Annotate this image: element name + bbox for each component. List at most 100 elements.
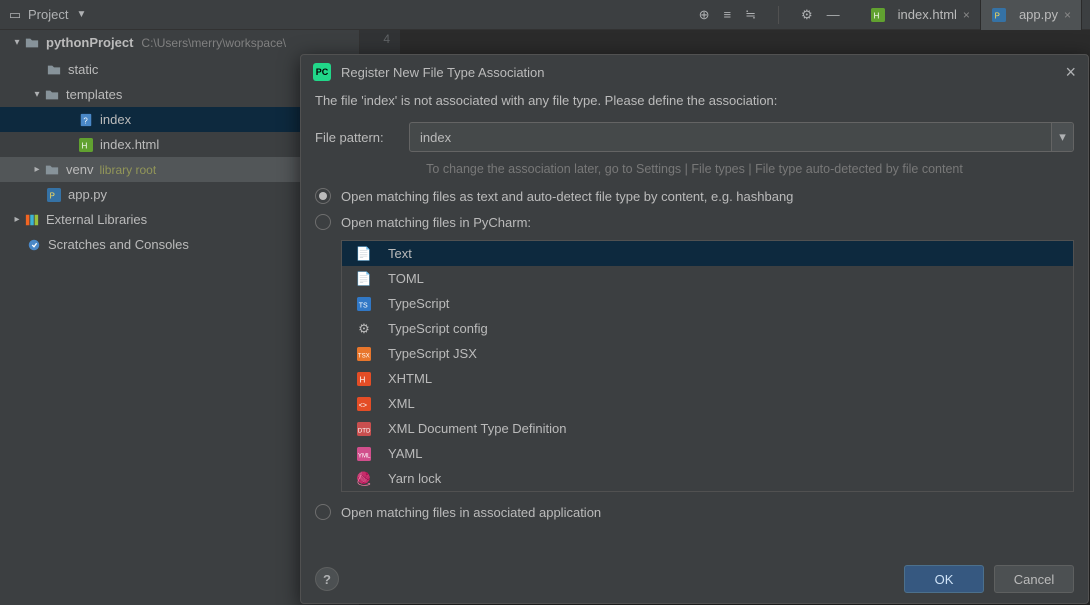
chevron-down-icon[interactable]: ▾: [10, 37, 24, 48]
list-item[interactable]: YML YAML: [342, 441, 1073, 466]
list-item[interactable]: TSX TypeScript JSX: [342, 341, 1073, 366]
list-item[interactable]: 📄TOML: [342, 266, 1073, 291]
radio-icon: [315, 504, 331, 520]
project-tool-label[interactable]: Project: [28, 7, 68, 22]
close-icon[interactable]: ×: [1064, 8, 1071, 22]
radio-auto-detect[interactable]: Open matching files as text and auto-det…: [315, 188, 1074, 204]
svg-text:H: H: [360, 375, 366, 384]
list-item[interactable]: ⚙ TypeScript config: [342, 316, 1073, 341]
radio-label: Open matching files in associated applic…: [341, 505, 601, 520]
list-item[interactable]: TS TypeScript: [342, 291, 1073, 316]
list-item-label: Yarn lock: [388, 471, 441, 486]
file-pattern-label: File pattern:: [315, 130, 409, 145]
expand-all-icon[interactable]: ≡: [724, 7, 732, 22]
typescript-file-icon: TS: [356, 296, 372, 312]
svg-text:TS: TS: [359, 302, 368, 309]
folder-icon: [44, 87, 60, 103]
help-button[interactable]: ?: [315, 567, 339, 591]
yaml-file-icon: YML: [356, 446, 372, 462]
file-pattern-value: index: [420, 130, 451, 145]
list-item-label: XHTML: [388, 371, 432, 386]
list-item[interactable]: H XHTML: [342, 366, 1073, 391]
yarn-lock-icon: 🧶: [356, 471, 372, 487]
python-file-icon: P: [46, 187, 62, 203]
list-item-label: YAML: [388, 446, 422, 461]
html-file-icon: H: [78, 137, 94, 153]
list-item-label: XML: [388, 396, 415, 411]
chevron-right-icon[interactable]: ▸: [30, 164, 44, 175]
project-dropdown-icon[interactable]: ▼: [76, 9, 86, 20]
list-item[interactable]: 🧶 Yarn lock: [342, 466, 1073, 491]
radio-label: Open matching files as text and auto-det…: [341, 189, 793, 204]
select-opened-icon[interactable]: ⊕: [699, 7, 710, 23]
radio-associated-app[interactable]: Open matching files in associated applic…: [315, 504, 1074, 520]
node-label: External Libraries: [46, 212, 147, 227]
line-number: 4: [360, 32, 390, 46]
svg-text:H: H: [873, 11, 879, 20]
svg-text:H: H: [82, 141, 88, 150]
node-label: static: [68, 62, 98, 77]
radio-icon: [315, 214, 331, 230]
dialog-title: Register New File Type Association: [341, 65, 545, 80]
editor-tabs: H index.html × P app.py ×: [860, 0, 1082, 30]
node-label: Scratches and Consoles: [48, 237, 189, 252]
list-item-label: TypeScript: [388, 296, 449, 311]
radio-label: Open matching files in PyCharm:: [341, 215, 531, 230]
chevron-down-icon[interactable]: ▾: [30, 89, 44, 100]
svg-text:P: P: [50, 191, 55, 200]
xhtml-file-icon: H: [356, 371, 372, 387]
toml-file-icon: 📄: [356, 271, 372, 287]
dtd-file-icon: DTD: [356, 421, 372, 437]
separator: [778, 6, 779, 24]
folder-icon: [44, 162, 60, 178]
main-toolbar: ▭ Project ▼ ⊕ ≡ ≒ ⚙ — H index.html × P a…: [0, 0, 1090, 30]
list-item-label: TypeScript JSX: [388, 346, 477, 361]
hide-tool-icon[interactable]: —: [827, 7, 840, 22]
tab-label: app.py: [1019, 7, 1058, 22]
list-item[interactable]: DTD XML Document Type Definition: [342, 416, 1073, 441]
html-file-icon: H: [870, 7, 886, 23]
gear-icon[interactable]: ⚙: [801, 7, 813, 23]
scratches-icon: [26, 237, 42, 253]
svg-text:P: P: [995, 11, 1000, 20]
cancel-button[interactable]: Cancel: [994, 565, 1074, 593]
dialog-hint: To change the association later, go to S…: [315, 162, 1074, 176]
svg-text:<>: <>: [359, 402, 367, 409]
tsconfig-file-icon: ⚙: [356, 321, 372, 337]
node-label: app.py: [68, 187, 107, 202]
project-root-name: pythonProject: [46, 35, 133, 50]
xml-file-icon: <>: [356, 396, 372, 412]
list-item[interactable]: 📄 Text: [342, 241, 1073, 266]
folder-icon: [24, 35, 40, 51]
close-icon[interactable]: ×: [963, 8, 970, 22]
tsx-file-icon: TSX: [356, 346, 372, 362]
node-label: index.html: [100, 137, 159, 152]
svg-text:YML: YML: [358, 452, 371, 459]
library-root-tag: library root: [99, 163, 156, 177]
radio-open-in-pycharm[interactable]: Open matching files in PyCharm:: [315, 214, 1074, 230]
ok-button[interactable]: OK: [904, 565, 984, 593]
list-item[interactable]: <> XML: [342, 391, 1073, 416]
node-label: index: [100, 112, 131, 127]
dialog-titlebar: PC Register New File Type Association ×: [301, 55, 1088, 89]
node-label: templates: [66, 87, 122, 102]
tab-app-py[interactable]: P app.py ×: [981, 0, 1082, 30]
chevron-right-icon[interactable]: ▸: [10, 214, 24, 225]
list-item-label: TypeScript config: [388, 321, 488, 336]
svg-text:?: ?: [83, 116, 88, 125]
chevron-down-icon[interactable]: ▾: [1051, 123, 1073, 151]
project-tool-icon[interactable]: ▭: [8, 7, 22, 23]
project-root-row[interactable]: ▾ pythonProject C:\Users\merry\workspace…: [0, 30, 359, 55]
tab-index-html[interactable]: H index.html ×: [860, 0, 981, 30]
file-pattern-combo[interactable]: index ▾: [409, 122, 1074, 152]
close-icon[interactable]: ×: [1065, 62, 1076, 83]
file-type-list[interactable]: 📄 Text 📄TOML TS TypeScript ⚙ TypeScript con…: [341, 240, 1074, 492]
file-type-association-dialog: PC Register New File Type Association × …: [300, 54, 1089, 604]
project-root-path: C:\Users\merry\workspace\: [141, 36, 286, 50]
python-file-icon: P: [991, 7, 1007, 23]
node-label: venv: [66, 162, 93, 177]
list-item-label: XML Document Type Definition: [388, 421, 566, 436]
list-item-label: Text: [388, 246, 412, 261]
text-file-icon: 📄: [356, 246, 372, 262]
collapse-all-icon[interactable]: ≒: [745, 7, 756, 23]
